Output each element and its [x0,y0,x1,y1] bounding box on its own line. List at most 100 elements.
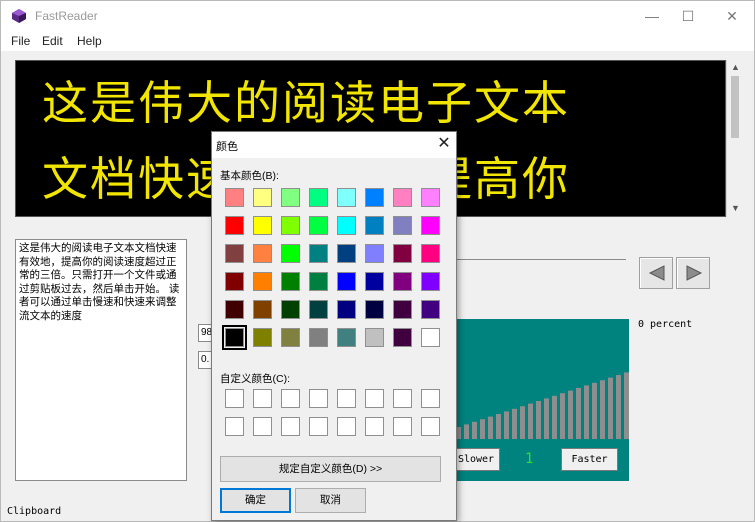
custom-color-swatch[interactable] [365,417,384,436]
color-swatch[interactable] [365,244,384,263]
custom-color-swatch[interactable] [337,417,356,436]
left-arrow-icon [648,265,665,281]
menu-help[interactable]: Help [77,34,102,48]
color-swatch[interactable] [337,244,356,263]
next-button[interactable] [676,257,710,289]
color-swatch[interactable] [253,188,272,207]
color-swatch[interactable] [225,244,244,263]
color-swatch[interactable] [421,188,440,207]
color-swatch[interactable] [337,328,356,347]
status-bar: Clipboard [7,506,62,517]
menu-file[interactable]: File [11,34,30,48]
color-swatch[interactable] [421,300,440,319]
custom-color-swatch[interactable] [225,417,244,436]
custom-color-swatch[interactable] [337,389,356,408]
app-window: FastReader — ☐ ✕ File Edit Help 这是伟大的阅读电… [0,0,755,522]
minimize-button[interactable]: — [637,5,667,27]
color-swatch[interactable] [253,244,272,263]
color-swatch[interactable] [421,216,440,235]
faster-button[interactable]: Faster [561,448,618,471]
ok-button[interactable]: 确定 [220,488,291,513]
maximize-button[interactable]: ☐ [673,5,703,27]
color-swatch[interactable] [421,244,440,263]
define-custom-colors-button[interactable]: 规定自定义颜色(D) >> [220,456,441,482]
color-swatch[interactable] [281,216,300,235]
color-swatch[interactable] [309,272,328,291]
color-swatch[interactable] [393,300,412,319]
color-swatch[interactable] [365,272,384,291]
scroll-thumb[interactable] [731,76,739,138]
cancel-button[interactable]: 取消 [295,488,366,513]
color-swatch[interactable] [225,216,244,235]
color-swatch[interactable] [225,188,244,207]
speed-bar [552,395,557,439]
color-swatch[interactable] [393,216,412,235]
color-swatch[interactable] [365,328,384,347]
color-swatch[interactable] [253,300,272,319]
color-swatch[interactable] [281,300,300,319]
speed-bar [480,419,485,439]
color-swatch[interactable] [281,188,300,207]
color-swatch[interactable] [337,272,356,291]
custom-color-swatch[interactable] [281,417,300,436]
color-swatch[interactable] [253,216,272,235]
color-swatch[interactable] [253,328,272,347]
color-swatch[interactable] [393,328,412,347]
color-swatch[interactable] [365,300,384,319]
app-icon [12,9,26,23]
speed-bar [512,408,517,439]
color-swatch[interactable] [225,300,244,319]
color-swatch[interactable] [253,272,272,291]
right-arrow-icon [686,265,703,281]
color-swatch[interactable] [337,188,356,207]
source-text-area[interactable]: 这是伟大的阅读电子文本文档快速有效地，提高你的阅读速度超过正常的三倍。只需打开一… [15,239,187,481]
color-swatch[interactable] [365,216,384,235]
custom-color-swatch[interactable] [309,417,328,436]
custom-color-swatch[interactable] [421,389,440,408]
custom-color-swatch[interactable] [253,389,272,408]
color-swatch[interactable] [281,244,300,263]
menu-bar: File Edit Help [1,31,754,51]
speed-bar [624,372,629,439]
speed-bar [616,375,621,439]
dialog-close-icon[interactable]: ✕ [434,134,454,154]
color-swatch[interactable] [281,328,300,347]
color-swatch[interactable] [281,272,300,291]
color-swatch[interactable] [309,244,328,263]
previous-button[interactable] [639,257,673,289]
color-swatch[interactable] [309,216,328,235]
color-swatch[interactable] [337,300,356,319]
custom-color-swatch[interactable] [225,389,244,408]
speed-bar [608,377,613,439]
scroll-up-icon[interactable]: ▲ [729,61,742,74]
color-swatch[interactable] [309,188,328,207]
color-swatch[interactable] [222,325,247,350]
custom-color-swatch[interactable] [421,417,440,436]
custom-color-swatch[interactable] [281,389,300,408]
color-swatch[interactable] [393,244,412,263]
speed-bar [488,416,493,439]
color-swatch[interactable] [393,188,412,207]
color-swatch[interactable] [393,272,412,291]
color-swatch[interactable] [365,188,384,207]
menu-edit[interactable]: Edit [42,34,63,48]
custom-color-swatch[interactable] [309,389,328,408]
display-scrollbar[interactable]: ▲ ▼ [726,60,743,217]
color-swatch[interactable] [309,328,328,347]
speed-bar [472,421,477,439]
basic-colors-label: 基本颜色(B): [220,170,279,182]
custom-color-swatch[interactable] [365,389,384,408]
dialog-title-bar: 颜色 ✕ [212,132,456,158]
color-swatch[interactable] [309,300,328,319]
custom-color-swatch[interactable] [393,389,412,408]
scroll-down-icon[interactable]: ▼ [729,202,742,215]
slower-button[interactable]: Slower [452,448,500,471]
color-swatch[interactable] [337,216,356,235]
close-button[interactable]: ✕ [717,5,747,27]
custom-color-swatch[interactable] [393,417,412,436]
speed-bar [568,390,573,439]
color-swatch[interactable] [421,272,440,291]
color-swatch[interactable] [421,328,440,347]
color-swatch[interactable] [225,272,244,291]
custom-color-swatch[interactable] [253,417,272,436]
